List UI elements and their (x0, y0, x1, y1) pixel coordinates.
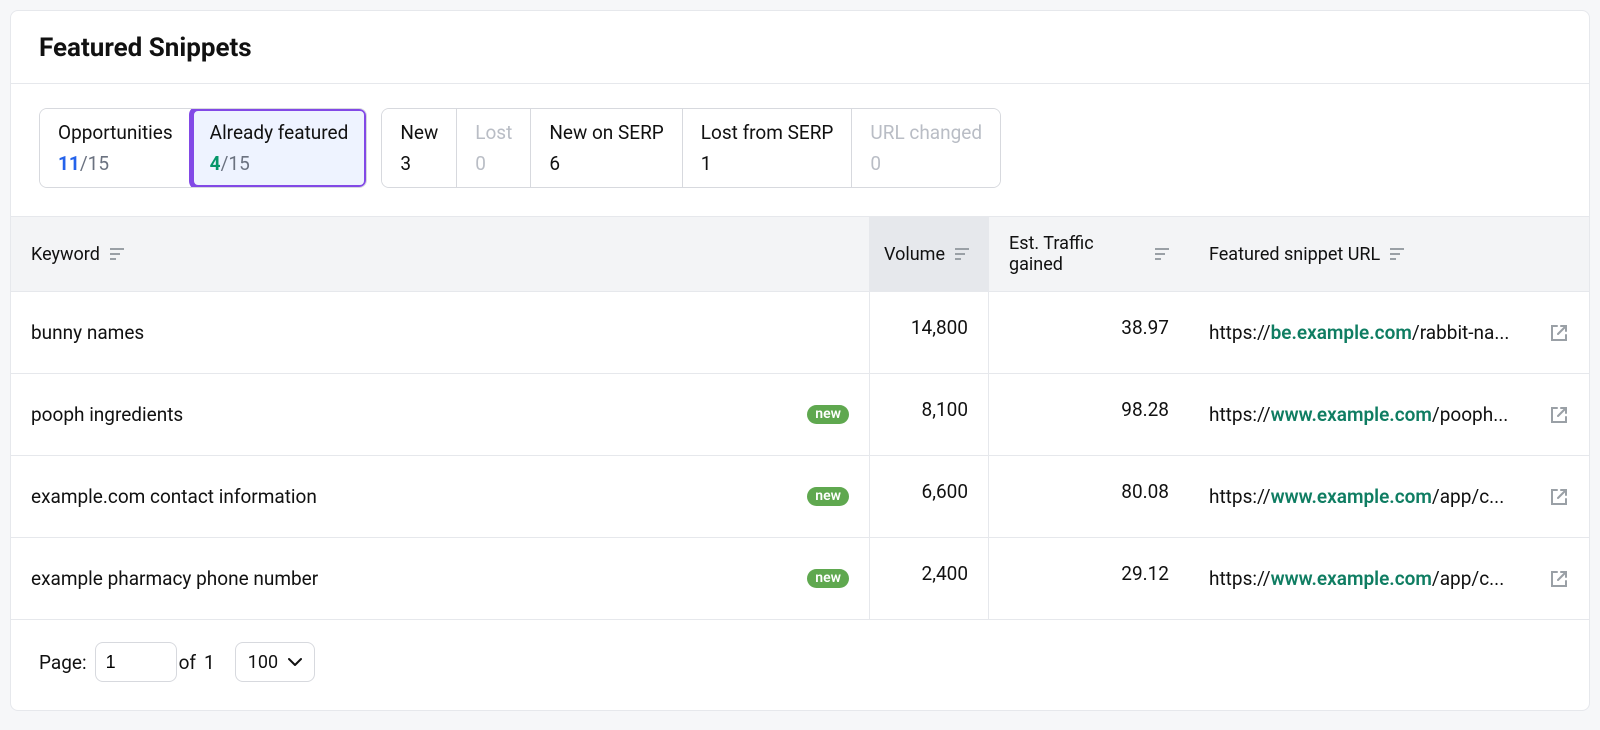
col-url-label: Featured snippet URL (1209, 244, 1380, 265)
featured-snippets-card: Featured Snippets Opportunities 11/15 Alre… (10, 10, 1590, 711)
new-badge: new (807, 487, 849, 506)
keyword-text: pooph ingredients (31, 403, 793, 426)
tab-label: Opportunities (58, 121, 173, 144)
cell-url: https://www.example.com/pooph... (1189, 374, 1589, 455)
tab-label: URL changed (870, 121, 982, 144)
pagination: Page: of 1 100 (11, 620, 1589, 710)
cell-keyword: example.com contact information new (11, 456, 869, 537)
per-page-value: 100 (248, 652, 278, 673)
cell-keyword: pooph ingredients new (11, 374, 869, 455)
cell-volume: 2,400 (869, 538, 989, 619)
cell-keyword: bunny names (11, 292, 869, 373)
tab-label: New (400, 121, 438, 144)
page-input[interactable] (95, 642, 177, 682)
table-body: bunny names 14,80038.97 https://be.example… (11, 292, 1589, 620)
status-tab[interactable]: Lost 0 (457, 109, 531, 187)
tab-label: Lost (475, 121, 512, 144)
snippet-url[interactable]: https://www.example.com/app/c... (1209, 485, 1535, 508)
table-row: pooph ingredients new 8,10098.28 https://ww… (11, 374, 1589, 456)
cell-url: https://www.example.com/app/c... (1189, 538, 1589, 619)
col-url-header[interactable]: Featured snippet URL (1189, 217, 1589, 291)
snippet-url[interactable]: https://www.example.com/pooph... (1209, 403, 1535, 426)
tab-label: Already featured (210, 121, 349, 144)
keyword-text: example pharmacy phone number (31, 567, 793, 590)
tab-value: 4/15 (210, 154, 349, 173)
page-label: Page: (39, 651, 87, 674)
cell-traffic: 98.28 (989, 374, 1189, 455)
col-traffic-header[interactable]: Est. Traffic gained (989, 217, 1189, 291)
external-link-icon[interactable] (1549, 569, 1569, 589)
tab-value: 11/15 (58, 154, 173, 173)
table-row: example pharmacy phone number new 2,40029.… (11, 538, 1589, 620)
status-tab[interactable]: New 3 (382, 109, 457, 187)
sort-icon (955, 248, 969, 260)
col-keyword-label: Keyword (31, 244, 100, 265)
col-volume-label: Volume (884, 244, 945, 265)
cell-traffic: 38.97 (989, 292, 1189, 373)
cell-volume: 14,800 (869, 292, 989, 373)
cell-url: https://www.example.com/app/c... (1189, 456, 1589, 537)
external-link-icon[interactable] (1549, 405, 1569, 425)
tab-value: 6 (549, 154, 663, 173)
per-page-select[interactable]: 100 (235, 642, 315, 682)
status-tab[interactable]: New on SERP 6 (531, 109, 682, 187)
col-traffic-label: Est. Traffic gained (1009, 233, 1145, 275)
new-badge: new (807, 569, 849, 588)
chevron-down-icon (288, 657, 302, 667)
cell-traffic: 29.12 (989, 538, 1189, 619)
table-header-row: Keyword Volume Est. Traffic gained Featu… (11, 216, 1589, 292)
snippet-url[interactable]: https://www.example.com/app/c... (1209, 567, 1535, 590)
main-tab[interactable]: Opportunities 11/15 (40, 109, 192, 187)
main-tab-group: Opportunities 11/15 Already featured 4/15 (39, 108, 367, 188)
col-keyword-header[interactable]: Keyword (11, 217, 869, 291)
table-row: example.com contact information new 6,6008… (11, 456, 1589, 538)
col-volume-header[interactable]: Volume (869, 217, 989, 291)
snippet-url[interactable]: https://be.example.com/rabbit-na... (1209, 321, 1535, 344)
page-total: 1 (204, 651, 215, 674)
page-of-text: of (179, 651, 196, 674)
tab-value: 0 (475, 154, 512, 173)
filters-row: Opportunities 11/15 Already featured 4/15 N… (11, 83, 1589, 216)
sort-icon (1155, 248, 1169, 260)
new-badge: new (807, 405, 849, 424)
status-tab[interactable]: Lost from SERP 1 (683, 109, 853, 187)
tab-value: 1 (701, 154, 834, 173)
tab-value: 3 (400, 154, 438, 173)
cell-volume: 8,100 (869, 374, 989, 455)
cell-traffic: 80.08 (989, 456, 1189, 537)
tab-label: New on SERP (549, 121, 663, 144)
status-tab[interactable]: URL changed 0 (852, 109, 1000, 187)
table-row: bunny names 14,80038.97 https://be.example… (11, 292, 1589, 374)
tab-label: Lost from SERP (701, 121, 834, 144)
cell-volume: 6,600 (869, 456, 989, 537)
main-tab[interactable]: Already featured 4/15 (192, 109, 367, 187)
cell-url: https://be.example.com/rabbit-na... (1189, 292, 1589, 373)
external-link-icon[interactable] (1549, 323, 1569, 343)
keyword-text: bunny names (31, 321, 849, 344)
page-title: Featured Snippets (39, 33, 1561, 63)
cell-keyword: example pharmacy phone number new (11, 538, 869, 619)
keyword-text: example.com contact information (31, 485, 793, 508)
status-tab-group: New 3 Lost 0 New on SERP 6 Lost from SERP 1 URL … (381, 108, 1001, 188)
tab-value: 0 (870, 154, 982, 173)
external-link-icon[interactable] (1549, 487, 1569, 507)
card-header: Featured Snippets (11, 11, 1589, 83)
sort-icon (110, 248, 124, 260)
sort-icon (1390, 248, 1404, 260)
